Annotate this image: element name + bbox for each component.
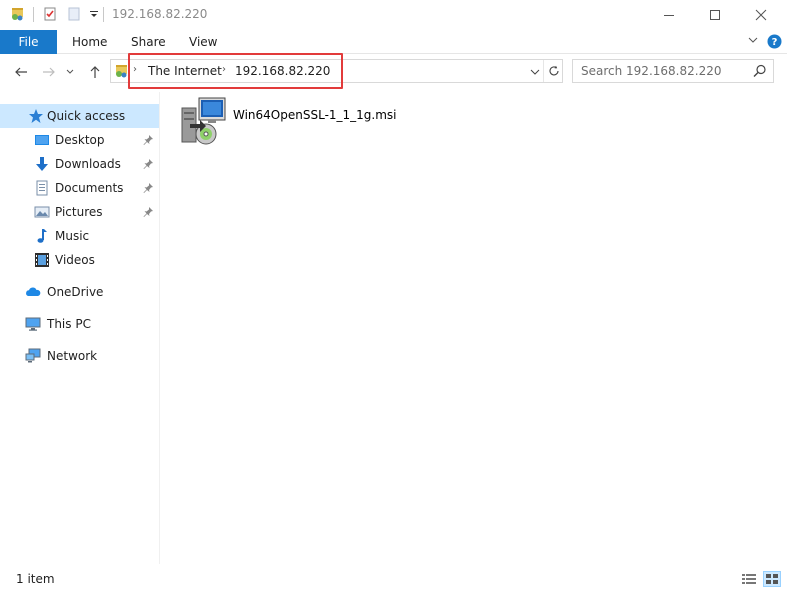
pin-icon[interactable] xyxy=(143,158,155,170)
search-box[interactable]: Search 192.168.82.220 xyxy=(572,59,774,83)
sidebar-item-label: Music xyxy=(55,229,90,243)
new-folder-icon[interactable] xyxy=(66,6,82,22)
sidebar-item-label: Documents xyxy=(55,181,124,195)
computer-icon xyxy=(25,316,41,332)
star-icon xyxy=(28,108,44,124)
sidebar-item-label: This PC xyxy=(47,317,91,331)
up-button[interactable] xyxy=(86,63,104,81)
status-bar: 1 item xyxy=(0,568,787,591)
svg-text:?: ? xyxy=(772,37,778,48)
minimize-button[interactable] xyxy=(646,0,692,30)
sidebar-item-music[interactable]: Music xyxy=(0,224,159,248)
window-title: 192.168.82.220 xyxy=(112,7,208,21)
file-name: Win64OpenSSL-1_1_1g.msi xyxy=(233,108,397,122)
forward-button[interactable] xyxy=(40,63,58,81)
videos-icon xyxy=(34,252,50,268)
properties-icon[interactable] xyxy=(42,6,58,22)
sidebar-item-pictures[interactable]: Pictures xyxy=(0,200,159,224)
download-icon xyxy=(34,156,50,172)
address-history-dropdown-icon[interactable] xyxy=(527,64,543,80)
pin-icon[interactable] xyxy=(143,134,155,146)
details-view-icon[interactable] xyxy=(740,571,758,587)
sidebar-item-videos[interactable]: Videos xyxy=(0,248,159,272)
pictures-icon xyxy=(34,204,50,220)
large-icons-view-icon[interactable] xyxy=(763,571,781,587)
sidebar-item-desktop[interactable]: Desktop xyxy=(0,128,159,152)
maximize-button[interactable] xyxy=(692,0,738,30)
search-placeholder: Search 192.168.82.220 xyxy=(581,64,722,78)
ribbon-tabs: File Home Share View ? xyxy=(0,30,787,54)
address-highlight-box xyxy=(128,53,343,89)
pin-icon[interactable] xyxy=(143,206,155,218)
qat-separator xyxy=(33,7,34,22)
tab-view[interactable]: View xyxy=(189,30,217,54)
sidebar-item-downloads[interactable]: Downloads xyxy=(0,152,159,176)
sidebar-item-this-pc[interactable]: This PC xyxy=(0,312,159,336)
search-icon[interactable] xyxy=(753,64,767,78)
msi-installer-icon xyxy=(180,96,228,146)
tab-share[interactable]: Share xyxy=(131,30,166,54)
network-icon xyxy=(25,348,41,364)
recent-locations-button[interactable] xyxy=(64,63,76,81)
expand-ribbon-icon[interactable] xyxy=(747,34,759,49)
sidebar-item-network[interactable]: Network xyxy=(0,344,159,368)
sidebar-item-documents[interactable]: Documents xyxy=(0,176,159,200)
music-icon xyxy=(34,228,50,244)
desktop-icon xyxy=(34,132,50,148)
title-bar: 192.168.82.220 xyxy=(0,0,787,30)
folder-network-icon xyxy=(10,6,26,22)
address-row: › The Internet › 192.168.82.220 Search 1… xyxy=(0,54,787,90)
item-count: 1 item xyxy=(16,572,55,586)
sidebar-item-label: Network xyxy=(47,349,98,363)
qat-dropdown-icon[interactable] xyxy=(86,6,102,22)
sidebar-item-label: Pictures xyxy=(55,205,103,219)
documents-icon xyxy=(34,180,50,196)
sidebar-item-quick-access[interactable]: Quick access xyxy=(0,104,159,128)
title-separator xyxy=(103,7,104,22)
pin-icon[interactable] xyxy=(143,182,155,194)
cloud-icon xyxy=(25,284,41,300)
file-list: Win64OpenSSL-1_1_1g.msi xyxy=(162,92,787,564)
refresh-button[interactable] xyxy=(543,60,563,82)
help-icon[interactable]: ? xyxy=(767,34,782,52)
close-button[interactable] xyxy=(738,0,784,30)
sidebar-item-label: Quick access xyxy=(47,109,126,123)
back-button[interactable] xyxy=(12,63,30,81)
sidebar-item-label: Desktop xyxy=(55,133,105,147)
file-item[interactable]: Win64OpenSSL-1_1_1g.msi xyxy=(180,96,400,148)
tab-file[interactable]: File xyxy=(0,30,57,54)
sidebar-item-label: OneDrive xyxy=(47,285,104,299)
sidebar-item-onedrive[interactable]: OneDrive xyxy=(0,280,159,304)
sidebar-item-label: Downloads xyxy=(55,157,121,171)
sidebar-item-label: Videos xyxy=(55,253,95,267)
navigation-pane: Quick access Desktop Downloads Documents xyxy=(0,92,160,564)
tab-home[interactable]: Home xyxy=(72,30,107,54)
